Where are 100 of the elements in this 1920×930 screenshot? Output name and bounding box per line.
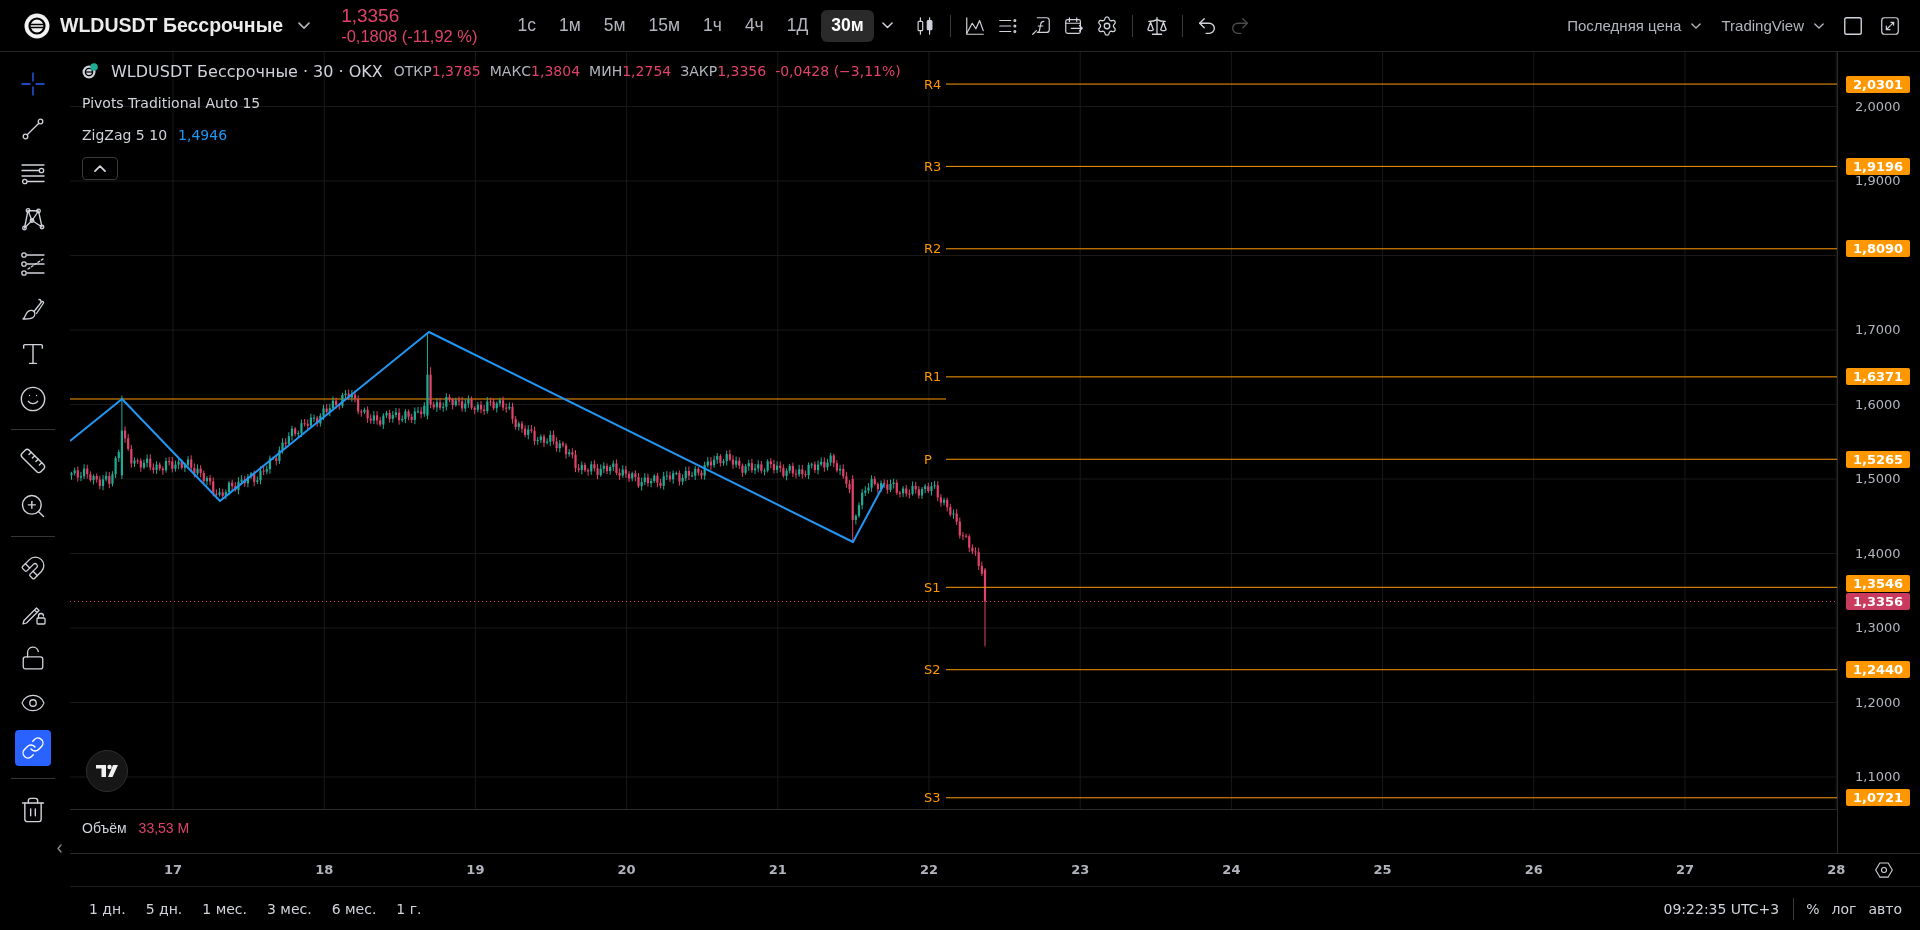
pivot-label: R3 xyxy=(924,158,942,174)
pivot-price-label: 1,5265 xyxy=(1846,450,1910,468)
pivot-price-label: 1,3546 xyxy=(1846,574,1910,592)
volume-value: 33,53 M xyxy=(138,820,190,836)
interval-tab[interactable]: 5м xyxy=(593,9,636,42)
date-label: 22 xyxy=(919,862,939,877)
legend-title[interactable]: WLDUSDT Бессрочные · 30 · OKX xyxy=(111,61,383,81)
ohlc-label: ОТКР xyxy=(393,63,432,79)
date-label: 25 xyxy=(1373,862,1392,877)
pivot-label: S2 xyxy=(924,662,941,678)
scale-option-button[interactable]: авто xyxy=(1862,894,1908,923)
range-button[interactable]: 5 дн. xyxy=(135,894,193,923)
ohlc-label: ЗАКР xyxy=(680,63,718,79)
ohlc-label: МАКС xyxy=(489,63,532,79)
ohlc-change: -0,0428 (−3,11%) xyxy=(775,63,901,79)
pivot-label: R2 xyxy=(924,241,942,257)
indicator-value: 1,4946 xyxy=(178,127,228,143)
line-chart-icon[interactable] xyxy=(964,14,987,37)
interval-tab[interactable]: 1Д xyxy=(776,9,819,42)
price-change: -0,1808 (-11,92 %) xyxy=(341,27,478,46)
pivot-price-label: 1,2440 xyxy=(1846,661,1910,679)
date-label: 28 xyxy=(1827,862,1846,877)
curve-box-icon[interactable] xyxy=(1030,14,1053,37)
padlock-icon xyxy=(20,644,46,671)
pivot-label: R4 xyxy=(924,76,942,92)
shrink-arrows-icon[interactable] xyxy=(1878,14,1901,37)
ruler-icon[interactable] xyxy=(19,446,47,475)
pivot-price-label: 2,0301 xyxy=(1846,75,1910,93)
date-label: 23 xyxy=(1071,862,1090,877)
settings-icon[interactable] xyxy=(1874,860,1894,880)
chevron-down-icon xyxy=(1691,22,1702,29)
interval-tab[interactable]: 15м xyxy=(638,9,690,42)
ohlc-label: МИН xyxy=(589,63,623,79)
ohlc-value: 1,3804 xyxy=(531,63,581,79)
date-label: 24 xyxy=(1222,862,1241,877)
pivot-price-label: 1,6371 xyxy=(1846,368,1910,386)
pivot-price-label: 1,8090 xyxy=(1846,240,1910,258)
last-price: 1,3356 xyxy=(341,5,401,26)
range-button[interactable]: 1 дн. xyxy=(79,894,136,923)
settings-icon[interactable] xyxy=(1096,14,1119,37)
date-label: 26 xyxy=(1524,862,1543,877)
last-price-label: 1,3356 xyxy=(1846,592,1910,610)
pivot-label: S1 xyxy=(924,579,941,595)
calendar-arrow-icon[interactable] xyxy=(1063,14,1086,37)
coin-icon xyxy=(82,63,98,79)
chevron-down-icon xyxy=(1814,22,1824,29)
ohlc-value: 1,3785 xyxy=(431,63,481,79)
price-tick: 1,3000 xyxy=(1855,621,1901,635)
pivot-price-label: 1,0721 xyxy=(1846,789,1910,807)
interval-tab[interactable]: 4ч xyxy=(734,9,774,42)
range-button[interactable]: 1 мес. xyxy=(192,894,257,923)
magnet-icon xyxy=(20,554,46,581)
price-tick: 1,6000 xyxy=(1855,397,1901,412)
range-button[interactable]: 6 мес. xyxy=(321,894,387,923)
trash-icon[interactable] xyxy=(19,795,47,824)
ohlc-value: 1,2754 xyxy=(622,63,672,79)
date-label: 27 xyxy=(1675,862,1695,877)
interval-tab[interactable]: 1с xyxy=(507,9,546,42)
pivot-label: P xyxy=(924,451,932,467)
price-tick: 1,2000 xyxy=(1855,695,1901,710)
volume-label[interactable]: Объём xyxy=(82,820,127,836)
ohlc-value: 1,3356 xyxy=(717,63,767,79)
date-label: 21 xyxy=(768,862,787,877)
price-tick: 1,7000 xyxy=(1855,323,1901,337)
collapse-legend-button[interactable] xyxy=(82,157,118,180)
price-tick: 2,0000 xyxy=(1855,99,1901,114)
price-tick: 1,4000 xyxy=(1855,546,1901,561)
scale-option-button[interactable]: лог xyxy=(1825,894,1863,923)
coin-icon xyxy=(24,12,50,39)
clock-text[interactable]: 09:22:35 UTC+3 xyxy=(1663,900,1780,917)
price-tick: 1,1000 xyxy=(1855,770,1901,784)
date-label: 17 xyxy=(163,862,183,877)
range-button[interactable]: 1 г. xyxy=(386,894,432,923)
pivot-price-label: 1,9196 xyxy=(1846,157,1910,175)
chevron-down-icon[interactable] xyxy=(882,22,894,29)
smile-icon[interactable] xyxy=(19,384,47,413)
date-label: 18 xyxy=(315,862,334,877)
indicator-name[interactable]: ZigZag 5 10 xyxy=(82,127,168,143)
scale-icon[interactable] xyxy=(1146,14,1169,37)
chevron-left-icon[interactable] xyxy=(57,844,62,853)
chevron-up-icon xyxy=(94,164,106,173)
interval-tab[interactable]: 30м xyxy=(821,9,874,42)
channel-icon[interactable] xyxy=(19,249,47,278)
indicator-name[interactable]: Pivots Traditional Auto 15 xyxy=(82,95,261,111)
date-label: 20 xyxy=(617,862,636,877)
date-label: 19 xyxy=(466,862,485,877)
sync-toggle[interactable] xyxy=(15,729,51,766)
square-icon[interactable] xyxy=(1841,14,1864,37)
logo-icon[interactable] xyxy=(86,750,128,792)
layout-dropdown[interactable]: TradingView xyxy=(1713,9,1832,42)
chevron-down-icon xyxy=(298,21,311,30)
price-tick: 1,9000 xyxy=(1855,174,1901,188)
price-source-dropdown[interactable]: Последняя цена xyxy=(1559,9,1710,42)
symbol-button[interactable]: WLDUSDT Бессрочные xyxy=(60,14,311,37)
interval-tab[interactable]: 1м xyxy=(549,9,591,42)
scale-option-button[interactable]: % xyxy=(1800,894,1826,923)
interval-tab[interactable]: 1ч xyxy=(693,9,732,42)
pivot-label: S3 xyxy=(924,790,941,806)
range-button[interactable]: 3 мес. xyxy=(256,894,322,923)
price-tick: 1,5000 xyxy=(1855,472,1901,486)
